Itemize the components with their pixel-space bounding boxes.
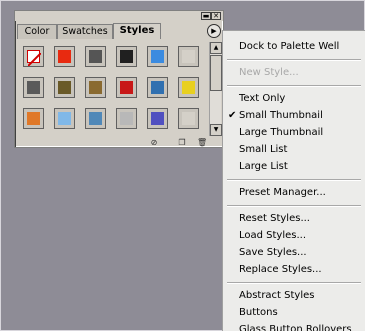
menu-item-large-thumbnail[interactable]: Large Thumbnail <box>239 126 323 139</box>
style-swatch-fill <box>182 50 195 63</box>
menu-separator <box>227 85 361 87</box>
scroll-up-icon[interactable]: ▲ <box>210 42 222 54</box>
style-swatch-blue-wave[interactable] <box>147 46 168 67</box>
menu-item-small-list[interactable]: Small List <box>239 143 287 156</box>
style-swatch-blank[interactable] <box>178 108 199 129</box>
menu-item-reset-styles[interactable]: Reset Styles... <box>239 212 310 225</box>
style-swatch-red-glass[interactable] <box>116 77 137 98</box>
menu-item-load-styles[interactable]: Load Styles... <box>239 229 306 242</box>
style-swatch-fill <box>182 81 195 94</box>
menu-item-new-style: New Style... <box>239 67 299 78</box>
menu-item-replace-styles[interactable]: Replace Styles... <box>239 263 322 276</box>
style-swatch-fill <box>120 112 133 125</box>
close-icon[interactable]: ✕ <box>211 12 221 20</box>
delete-icon[interactable]: 🗑 <box>197 138 207 147</box>
style-swatch-slate-bevel[interactable] <box>23 77 44 98</box>
palette-titlebar[interactable]: ▬ ✕ <box>15 11 223 21</box>
style-swatch-blank[interactable] <box>178 46 199 67</box>
style-swatch-fill <box>182 112 195 125</box>
style-swatch-fill <box>151 50 164 63</box>
menu-separator <box>227 205 361 207</box>
menu-item-glass-button-rollovers[interactable]: Glass Button Rollovers <box>239 323 352 331</box>
style-swatch-default-none[interactable] <box>23 46 44 67</box>
menu-item-preset-manager[interactable]: Preset Manager... <box>239 186 326 199</box>
style-swatch-fill <box>58 50 71 63</box>
tab-styles[interactable]: Styles <box>113 23 161 39</box>
menu-item-dock-to-palette-well[interactable]: Dock to Palette Well <box>239 40 339 53</box>
scroll-thumb[interactable] <box>210 55 222 91</box>
menu-separator <box>227 179 361 181</box>
style-swatch-fill <box>27 112 40 125</box>
new-style-icon[interactable]: ❐ <box>177 138 187 147</box>
menu-item-buttons[interactable]: Buttons <box>239 306 278 319</box>
style-swatch-bronze[interactable] <box>85 77 106 98</box>
style-swatch-fire-glow[interactable] <box>54 46 75 67</box>
style-swatch-fill <box>151 81 164 94</box>
palette-flyout-menu: Dock to Palette Well New Style... Text Onl… <box>222 30 365 331</box>
style-swatch-black-gloss[interactable] <box>116 46 137 67</box>
palette-tabs: Color Swatches Styles <box>17 23 221 39</box>
styles-grid <box>19 42 209 136</box>
tab-color[interactable]: Color <box>17 24 57 39</box>
palette-scrollbar[interactable]: ▲ ▼ <box>209 42 222 136</box>
menu-separator <box>227 282 361 284</box>
right-arrow-circle-icon[interactable]: ▶ <box>207 24 221 38</box>
menu-item-large-list[interactable]: Large List <box>239 160 288 173</box>
style-swatch-yellow[interactable] <box>178 77 199 98</box>
style-swatch-orange-sunset[interactable] <box>23 108 44 129</box>
style-swatch-silver-pattern[interactable] <box>116 108 137 129</box>
style-swatch-dark-gray[interactable] <box>85 46 106 67</box>
style-swatch-fill <box>89 112 102 125</box>
menu-separator <box>227 59 361 61</box>
scroll-down-icon[interactable]: ▼ <box>210 124 222 136</box>
menu-item-text-only[interactable]: Text Only <box>239 92 285 105</box>
style-swatch-landscape[interactable] <box>85 108 106 129</box>
minimize-icon[interactable]: ▬ <box>201 12 211 20</box>
styles-palette: ▬ ✕ Color Swatches Styles ▶ ▲ ▼ ⊘ ❐ 🗑 <box>14 10 224 148</box>
style-swatch-fill <box>27 81 40 94</box>
style-swatch-fill <box>89 81 102 94</box>
menu-item-small-thumbnail[interactable]: Small Thumbnail <box>239 109 323 122</box>
style-swatch-mosaic[interactable] <box>147 77 168 98</box>
menu-item-abstract-styles[interactable]: Abstract Styles <box>239 289 314 302</box>
style-swatch-sky-blue[interactable] <box>54 108 75 129</box>
menu-item-save-styles[interactable]: Save Styles... <box>239 246 307 259</box>
palette-bottom-bar: ⊘ ❐ 🗑 <box>17 138 221 148</box>
style-swatch-olive[interactable] <box>54 77 75 98</box>
style-swatch-fill <box>58 112 71 125</box>
style-swatch-fill <box>89 50 102 63</box>
style-swatch-violet-blue[interactable] <box>147 108 168 129</box>
style-swatch-fill <box>58 81 71 94</box>
style-swatch-fill <box>120 50 133 63</box>
clear-style-icon[interactable]: ⊘ <box>149 138 159 147</box>
style-swatch-fill <box>151 112 164 125</box>
style-swatch-fill <box>120 81 133 94</box>
tab-swatches[interactable]: Swatches <box>57 24 113 39</box>
checkmark-icon: ✔ <box>228 110 237 121</box>
style-swatch-fill <box>27 50 42 67</box>
